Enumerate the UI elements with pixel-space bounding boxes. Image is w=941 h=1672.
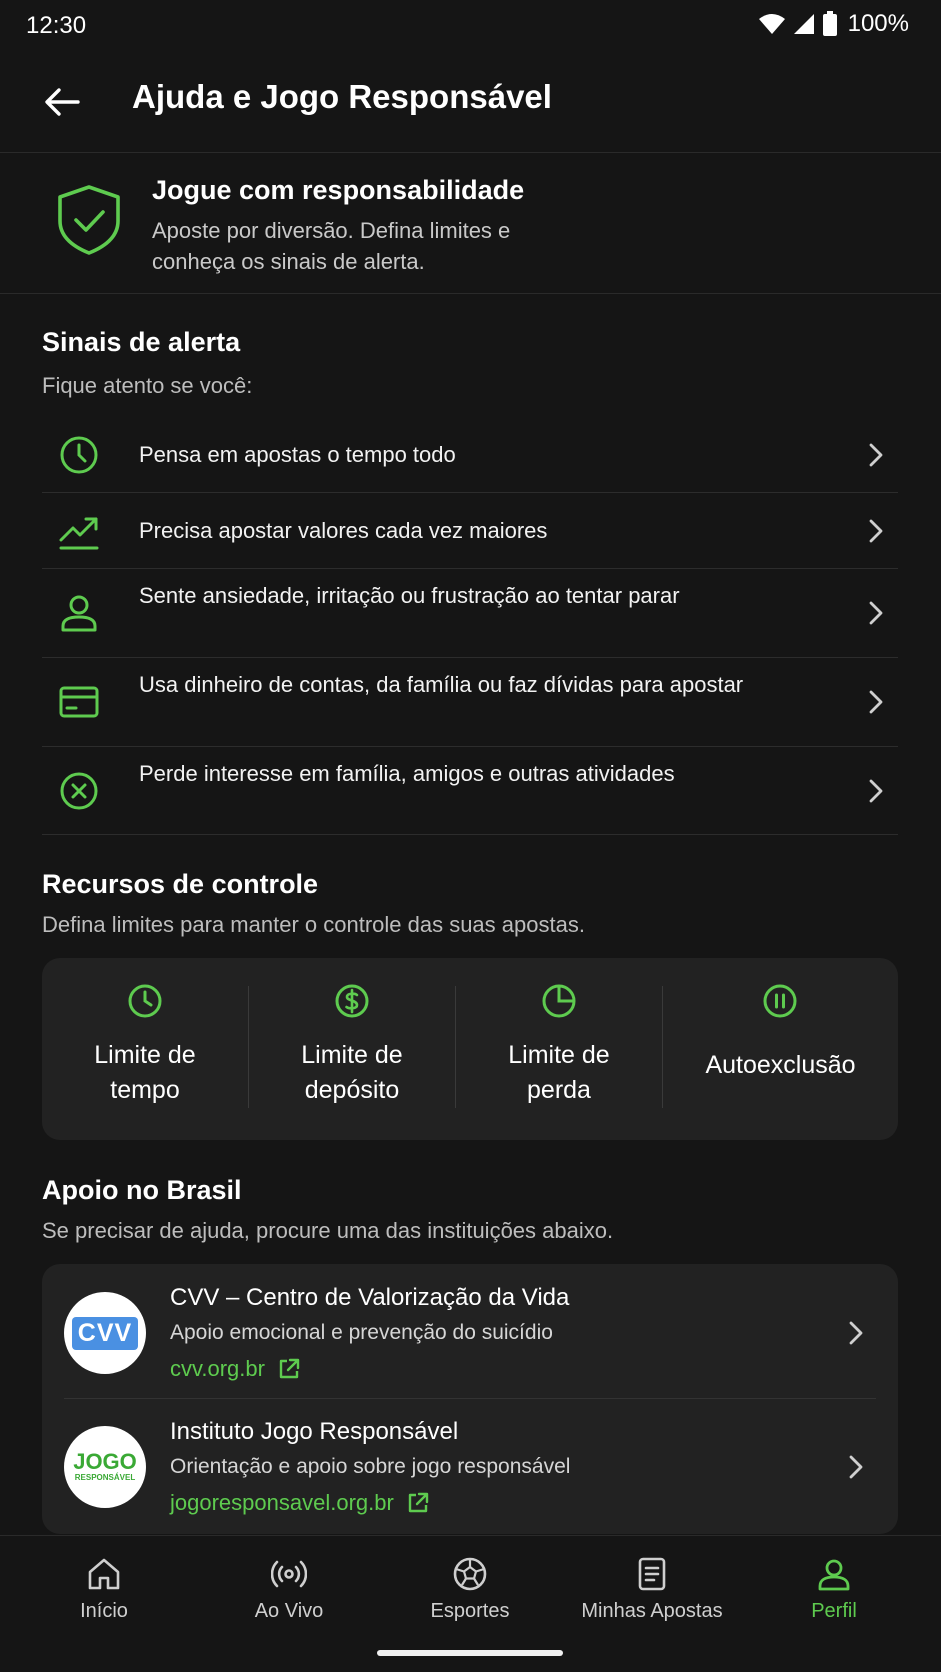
controls-card: Limite de tempo Limite de depósito Limit… (42, 958, 898, 1140)
control-label-line2: depósito (304, 1076, 400, 1104)
cvv-logo: CVV (64, 1292, 146, 1374)
user-icon (58, 592, 100, 634)
jogo-responsavel-logo: JOGO RESPONSÁVEL (64, 1426, 146, 1508)
alert-item[interactable]: Perde interesse em família, amigos e out… (42, 747, 898, 835)
control-label-line2: perda (527, 1076, 591, 1104)
chevron-right-icon (864, 776, 888, 806)
live-icon (271, 1560, 307, 1588)
home-indicator[interactable] (377, 1650, 563, 1656)
home-icon (88, 1558, 120, 1590)
alert-text: Sente ansiedade, irritação ou frustração… (139, 583, 680, 608)
dollar-icon (335, 984, 369, 1018)
clock-icon (58, 434, 100, 476)
banner-text: Aposte por diversão. Defina limites e co… (152, 218, 511, 274)
responsible-gaming-banner: Jogue com responsabilidade Aposte por di… (0, 153, 941, 293)
support-link[interactable]: jogoresponsavel.org.br (170, 1490, 430, 1516)
control-label-line1: Autoexclusão (705, 1051, 856, 1079)
support-item-cvv[interactable]: CVV CVV – Centro de Valorização da Vida … (42, 1264, 898, 1398)
controls-section-title: Recursos de controle (42, 869, 319, 899)
nav-label: Início (80, 1600, 128, 1622)
alert-text: Precisa apostar valores cada vez maiores (139, 518, 548, 543)
page-title: Ajuda e Jogo Responsável (132, 78, 552, 115)
pie-chart-icon (542, 984, 576, 1018)
wifi-icon (758, 14, 785, 34)
support-name: Instituto Jogo Responsável (170, 1418, 459, 1445)
bets-icon (638, 1557, 666, 1591)
battery-percentage: 100% (847, 10, 909, 37)
clock-icon (128, 984, 162, 1018)
status-time: 12:30 (26, 12, 87, 39)
support-section-subtitle: Se precisar de ajuda, procure uma das in… (42, 1218, 614, 1243)
nav-item-esportes[interactable]: Esportes (376, 1536, 564, 1636)
support-name: CVV – Centro de Valorização da Vida (170, 1284, 570, 1311)
chevron-right-icon (849, 1321, 863, 1345)
chevron-right-icon (864, 687, 888, 717)
nav-label: Ao Vivo (254, 1600, 324, 1622)
app-bar: Ajuda e Jogo Responsável (0, 52, 941, 152)
support-section-title: Apoio no Brasil (42, 1175, 242, 1205)
trending-up-icon (58, 510, 100, 552)
chevron-right-icon (864, 598, 888, 628)
arrow-left-icon (45, 88, 80, 116)
control-label-line1: Limite de (508, 1041, 610, 1069)
alert-item[interactable]: Sente ansiedade, irritação ou frustração… (42, 569, 898, 658)
credit-card-icon (58, 681, 100, 723)
nav-label: Perfil (811, 1600, 857, 1622)
support-description: Orientação e apoio sobre jogo responsáve… (170, 1455, 571, 1478)
nav-label: Esportes (430, 1600, 510, 1622)
alert-text: Perde interesse em família, amigos e out… (139, 761, 675, 786)
pause-icon (763, 984, 797, 1018)
nav-label: Minhas Apostas (581, 1600, 723, 1622)
x-circle-icon (58, 770, 100, 812)
alert-item[interactable]: Pensa em apostas o tempo todo (42, 417, 898, 493)
control-label-line1: Limite de (94, 1041, 196, 1069)
logo-text: JOGO (73, 1449, 137, 1474)
support-link[interactable]: cvv.org.br (170, 1356, 301, 1382)
time-limit-button[interactable]: Limite de tempo (42, 958, 248, 1140)
loss-limit-button[interactable]: Limite de perda (456, 958, 662, 1140)
alert-list: Pensa em apostas o tempo todo Precisa ap… (42, 417, 898, 835)
support-link-text[interactable]: jogoresponsavel.org.br (170, 1490, 394, 1516)
support-item-jogo-responsavel[interactable]: JOGO RESPONSÁVEL Instituto Jogo Responsá… (42, 1398, 898, 1532)
alerts-section-title: Sinais de alerta (42, 327, 241, 357)
support-description: Apoio emocional e prevenção do suicídio (170, 1321, 553, 1344)
profile-icon (818, 1559, 850, 1591)
alert-item[interactable]: Usa dinheiro de contas, da família ou fa… (42, 658, 898, 747)
control-label-line1: Limite de (301, 1041, 403, 1069)
back-button[interactable] (36, 76, 88, 128)
chevron-right-icon (849, 1455, 863, 1479)
shield-check-icon (58, 185, 120, 255)
nav-item-minhas-apostas[interactable]: Minhas Apostas (558, 1536, 746, 1636)
chevron-right-icon (864, 516, 888, 546)
chevron-right-icon (864, 440, 888, 470)
control-label-line2: tempo (110, 1076, 180, 1104)
alert-text: Usa dinheiro de contas, da família ou fa… (139, 672, 744, 697)
status-bar: 12:30 100% (0, 0, 941, 52)
controls-section-subtitle: Defina limites para manter o controle da… (42, 912, 585, 937)
soccer-ball-icon (453, 1557, 487, 1591)
support-link-text[interactable]: cvv.org.br (170, 1356, 265, 1382)
nav-item-perfil[interactable]: Perfil (740, 1536, 928, 1636)
external-link-icon (279, 1358, 300, 1379)
alert-text: Pensa em apostas o tempo todo (139, 442, 456, 467)
status-icons: 100% (758, 10, 909, 38)
battery-icon (822, 11, 837, 36)
signal-icon (793, 14, 814, 34)
support-card: CVV CVV – Centro de Valorização da Vida … (42, 1264, 898, 1534)
self-exclusion-button[interactable]: Autoexclusão (663, 958, 898, 1140)
deposit-limit-button[interactable]: Limite de depósito (249, 958, 455, 1140)
alerts-section-subtitle: Fique atento se você: (42, 373, 253, 398)
external-link-icon (408, 1492, 429, 1513)
nav-item-inicio[interactable]: Início (10, 1536, 198, 1636)
alert-item[interactable]: Precisa apostar valores cada vez maiores (42, 493, 898, 569)
cvv-logo-text: CVV (71, 1316, 139, 1350)
banner-title: Jogue com responsabilidade (152, 175, 525, 205)
logo-subtext: RESPONSÁVEL (74, 1473, 136, 1482)
divider (0, 293, 941, 294)
nav-item-ao-vivo[interactable]: Ao Vivo (195, 1536, 383, 1636)
